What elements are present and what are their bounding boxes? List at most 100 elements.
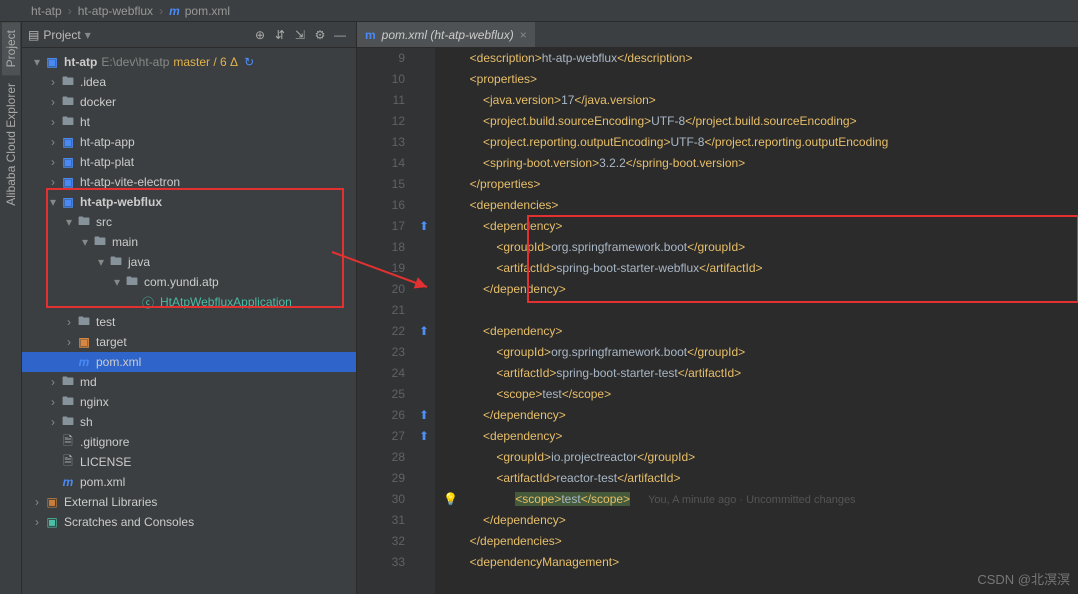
gutter-action-icon[interactable]: ⬆ [419, 216, 429, 237]
tree-label: ht [80, 115, 90, 129]
tree-icon: 🖿 [124, 274, 140, 290]
expand-arrow-icon[interactable]: › [46, 135, 60, 149]
expand-arrow-icon[interactable]: › [46, 375, 60, 389]
bc-3[interactable]: pom.xml [185, 4, 230, 18]
tree-item[interactable]: ▾🖿main [22, 232, 356, 252]
tree-icon: 🖿 [60, 374, 76, 390]
expand-icon[interactable]: ⇵ [270, 25, 290, 45]
editor-tab[interactable]: m pom.xml (ht-atp-webflux) × [357, 22, 535, 47]
tree-item[interactable]: ▾▣ ht-atp-webflux [22, 192, 356, 212]
tree-icon: ⓒ [140, 294, 156, 310]
chevron-icon: › [68, 4, 72, 18]
expand-arrow-icon[interactable]: ▾ [62, 215, 76, 229]
expand-arrow-icon[interactable]: › [46, 95, 60, 109]
tree-label: nginx [80, 395, 109, 409]
project-tree[interactable]: ▾▣ht-atpE:\dev\ht-atpmaster / 6 Δ↻›🖿.ide… [22, 48, 356, 594]
tree-icon: 🖿 [60, 414, 76, 430]
tree-label: ht-atp-webflux [80, 195, 162, 209]
tree-item[interactable]: ⓒ HtAtpWebfluxApplication [22, 292, 356, 312]
gutter-action-icon[interactable]: ⬆ [419, 405, 429, 426]
tree-icon: 🖿 [76, 214, 92, 230]
tree-item[interactable]: ▾🖿 src [22, 212, 356, 232]
tree-item[interactable]: ›▣ht-atp-plat [22, 152, 356, 172]
expand-arrow-icon[interactable]: › [46, 175, 60, 189]
sidebar-title[interactable]: Project [43, 28, 80, 42]
expand-arrow-icon[interactable]: › [46, 75, 60, 89]
tree-item[interactable]: ›🖿docker [22, 92, 356, 112]
tree-item[interactable]: m pom.xml [22, 472, 356, 492]
tree-item[interactable]: ›🖿ht [22, 112, 356, 132]
tree-icon: ▣ [44, 494, 60, 510]
expand-arrow-icon[interactable]: › [46, 115, 60, 129]
expand-arrow-icon[interactable]: › [30, 515, 44, 529]
code-content[interactable]: <description>ht-atp-webflux</description… [435, 48, 1078, 594]
tree-item[interactable]: ›▣ht-atp-vite-electron [22, 172, 356, 192]
tree-item[interactable]: ›▣Scratches and Consoles [22, 512, 356, 532]
tree-item[interactable]: ›🖿.idea [22, 72, 356, 92]
code-editor[interactable]: 9101112131415161718192021222324252627282… [357, 48, 1078, 594]
expand-arrow-icon[interactable]: › [46, 395, 60, 409]
hide-icon[interactable]: — [330, 25, 350, 45]
settings-icon[interactable]: ⚙ [310, 25, 330, 45]
target-icon[interactable]: ⊕ [250, 25, 270, 45]
editor-area: m pom.xml (ht-atp-webflux) × 91011121314… [357, 22, 1078, 594]
tree-item[interactable]: 🗎LICENSE [22, 452, 356, 472]
gutter-action-icon[interactable]: ⬆ [419, 426, 429, 447]
close-icon[interactable]: × [520, 28, 527, 42]
project-sidebar: ▤ Project ▾ ⊕ ⇵ ⇲ ⚙ — ▾▣ht-atpE:\dev\ht-… [22, 22, 357, 594]
tree-item[interactable]: ▾▣ht-atpE:\dev\ht-atpmaster / 6 Δ↻ [22, 52, 356, 72]
tree-label: src [96, 215, 112, 229]
gutter-action-icon[interactable]: ⬆ [419, 321, 429, 342]
tree-icon: m [60, 474, 76, 490]
tree-label: ht-atp-app [80, 135, 135, 149]
tree-label: ht-atp [64, 55, 97, 69]
tree-icon: 🖿 [60, 74, 76, 90]
bc-1[interactable]: ht-atp [31, 4, 62, 18]
expand-arrow-icon[interactable]: ▾ [94, 255, 108, 269]
tree-item[interactable]: ›🖿sh [22, 412, 356, 432]
rail-cloud[interactable]: Alibaba Cloud Explorer [2, 75, 20, 214]
tree-item[interactable]: ›▣ External Libraries [22, 492, 356, 512]
tree-label: docker [80, 95, 116, 109]
tab-name: pom.xml (ht-atp-webflux) [382, 28, 514, 42]
project-icon: ▤ [28, 28, 39, 42]
maven-icon: m [365, 28, 376, 42]
tree-item[interactable]: mpom.xml [22, 352, 356, 372]
refresh-icon[interactable]: ↻ [244, 55, 254, 69]
expand-arrow-icon[interactable]: › [46, 415, 60, 429]
tree-item[interactable]: ›▣ht-atp-app [22, 132, 356, 152]
rail-project[interactable]: Project [2, 22, 20, 75]
inline-annotation: You, A minute ago · Uncommitted changes [648, 494, 856, 506]
bc-2[interactable]: ht-atp-webflux [78, 4, 153, 18]
expand-arrow-icon[interactable]: › [30, 495, 44, 509]
collapse-icon[interactable]: ⇲ [290, 25, 310, 45]
tree-label: HtAtpWebfluxApplication [160, 295, 292, 309]
expand-arrow-icon[interactable]: › [46, 155, 60, 169]
tree-label: External Libraries [64, 495, 157, 509]
expand-arrow-icon[interactable]: ▾ [110, 275, 124, 289]
tree-item[interactable]: ›🖿nginx [22, 392, 356, 412]
tree-icon: ▣ [60, 194, 76, 210]
tree-icon: 🖿 [76, 314, 92, 330]
dropdown-icon[interactable]: ▾ [85, 28, 91, 42]
tree-item[interactable]: ›🖿md [22, 372, 356, 392]
expand-arrow-icon[interactable]: ▾ [30, 55, 44, 69]
left-rail: Project Alibaba Cloud Explorer [0, 22, 22, 594]
tree-label: LICENSE [80, 455, 131, 469]
tree-label: pom.xml [80, 475, 125, 489]
maven-icon: m [169, 4, 180, 18]
tree-item[interactable]: 🗎.gitignore [22, 432, 356, 452]
expand-arrow-icon[interactable]: › [62, 315, 76, 329]
tree-item[interactable]: ▾🖿com.yundi.atp [22, 272, 356, 292]
tree-item[interactable]: ›▣target [22, 332, 356, 352]
lightbulb-icon[interactable]: 💡 [443, 492, 458, 506]
breadcrumb: ht-atp › ht-atp-webflux › m pom.xml [0, 0, 1078, 22]
tree-icon: ▣ [44, 54, 60, 70]
tree-item[interactable]: ›🖿test [22, 312, 356, 332]
tree-label: pom.xml [96, 355, 141, 369]
expand-arrow-icon[interactable]: ▾ [46, 195, 60, 209]
expand-arrow-icon[interactable]: ▾ [78, 235, 92, 249]
tree-item[interactable]: ▾🖿java [22, 252, 356, 272]
tree-label: Scratches and Consoles [64, 515, 194, 529]
expand-arrow-icon[interactable]: › [62, 335, 76, 349]
